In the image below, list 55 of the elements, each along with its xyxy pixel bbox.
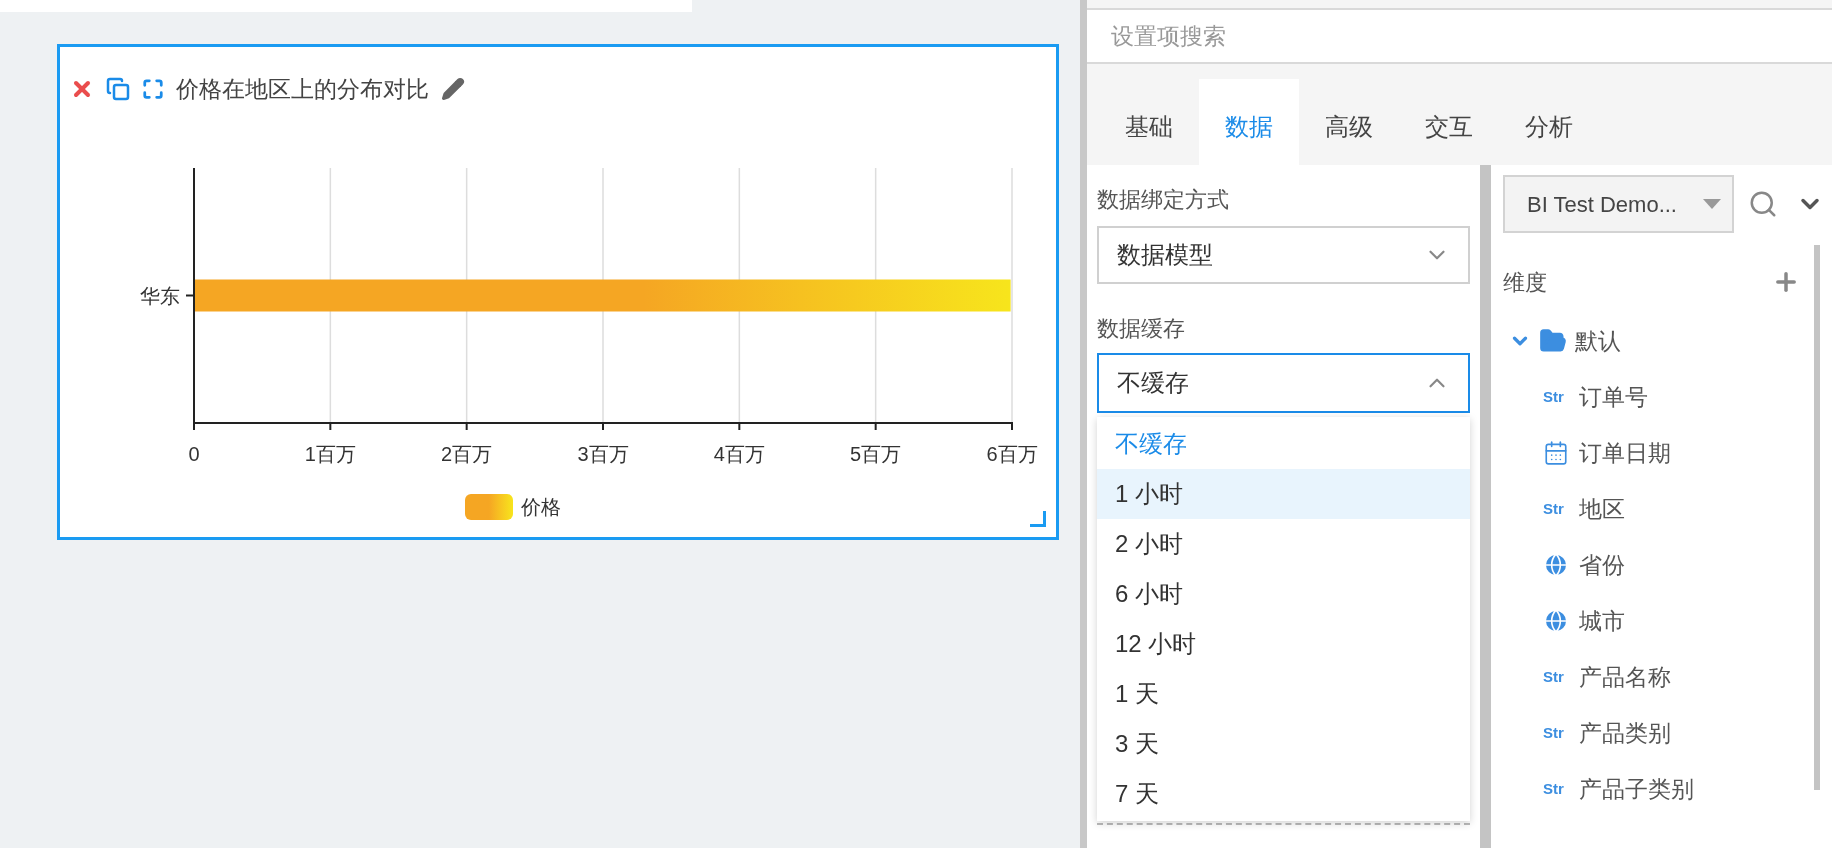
string-type-label: Str [1543, 778, 1565, 799]
x-tick-label: 5百万 [850, 443, 902, 465]
x-tick-label: 1百万 [304, 443, 356, 465]
caret-down-icon [1702, 198, 1722, 210]
x-tick-label: 2百万 [441, 443, 493, 465]
legend-swatch [465, 494, 513, 520]
calendar-icon [1543, 440, 1569, 466]
field-item[interactable]: 订单日期 [1579, 435, 1671, 471]
field-item[interactable]: 产品名称 [1579, 659, 1671, 695]
tab[interactable]: 分析 [1499, 79, 1599, 165]
dropdown-option[interactable]: 3 天 [1097, 719, 1470, 769]
search-icon[interactable] [1748, 189, 1778, 219]
globe-icon [1543, 552, 1569, 578]
x-tick-label: 0 [188, 443, 200, 465]
binding-select[interactable]: 数据模型 [1097, 226, 1470, 284]
edit-icon[interactable] [441, 77, 465, 101]
expand-icon[interactable] [142, 78, 164, 100]
globe-icon [1543, 608, 1569, 634]
tab[interactable]: 数据 [1199, 79, 1299, 165]
dropdown-option[interactable]: 12 小时 [1097, 619, 1470, 669]
x-tick-label: 6百万 [986, 443, 1038, 465]
cache-label: 数据缓存 [1097, 315, 1186, 343]
dropdown-option[interactable]: 6 小时 [1097, 569, 1470, 619]
legend-label: 价格 [521, 495, 561, 520]
chart-title: 价格在地区上的分布对比 [176, 74, 429, 104]
field-item[interactable]: 地区 [1579, 491, 1625, 527]
settings-search-field[interactable]: 设置项搜索 [1087, 8, 1832, 64]
string-type-label: Str [1543, 498, 1565, 519]
dropdown-option[interactable]: 不缓存 [1097, 419, 1470, 469]
field-item[interactable]: 产品类别 [1579, 715, 1671, 751]
binding-label: 数据绑定方式 [1097, 186, 1230, 214]
y-category-label: 华东 [140, 284, 180, 307]
dropdown-option[interactable]: 2 小时 [1097, 519, 1470, 569]
field-item[interactable]: 城市 [1579, 603, 1625, 639]
dropdown-option[interactable]: 1 天 [1097, 669, 1470, 719]
field-item[interactable]: 订单号 [1579, 379, 1648, 415]
tab[interactable]: 基础 [1099, 79, 1199, 165]
field-item[interactable]: 省份 [1579, 547, 1625, 583]
scrollbar[interactable] [1814, 245, 1820, 790]
dataset-select[interactable]: BI Test Demo... [1503, 175, 1734, 233]
string-type-label: Str [1543, 722, 1565, 743]
resize-handle[interactable] [1030, 511, 1046, 527]
tab[interactable]: 高级 [1299, 79, 1399, 165]
x-tick-label: 4百万 [713, 443, 765, 465]
string-type-label: Str [1543, 666, 1565, 687]
folder-row[interactable]: 默认 [1503, 313, 1832, 369]
dropdown-option[interactable]: 7 天 [1097, 769, 1470, 819]
tab[interactable]: 交互 [1399, 79, 1499, 165]
cache-select[interactable]: 不缓存 [1097, 353, 1470, 413]
dropdown-option[interactable]: 1 小时 [1097, 469, 1470, 519]
field-item[interactable]: 产品子类别 [1579, 771, 1694, 807]
dimensions-title: 维度 [1503, 268, 1547, 297]
copy-icon[interactable] [106, 77, 130, 101]
x-tick-label: 3百万 [577, 443, 629, 465]
string-type-label: Str [1543, 386, 1565, 407]
